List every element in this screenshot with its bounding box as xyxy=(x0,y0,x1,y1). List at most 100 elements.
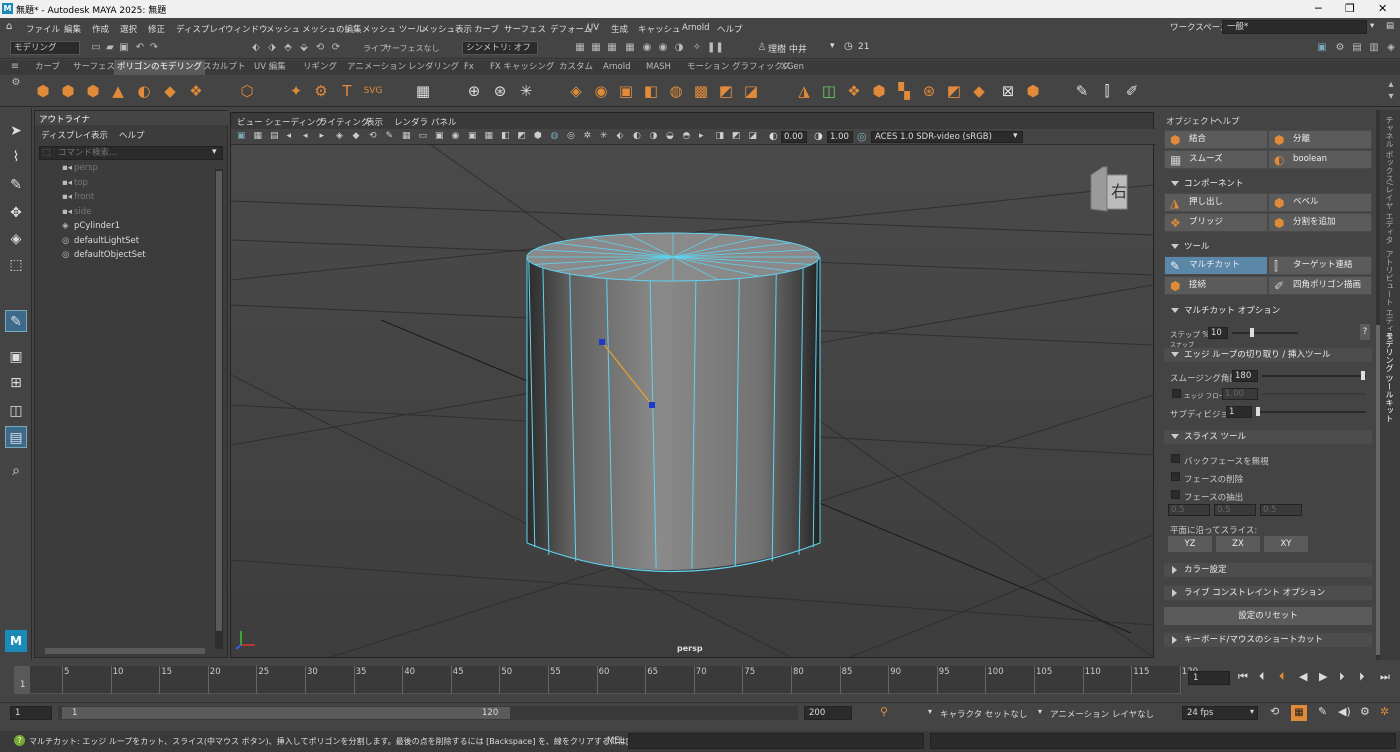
exposure-icon[interactable]: ◐ xyxy=(769,131,778,142)
viewport-tool-icon[interactable]: ◂ xyxy=(303,131,308,141)
snap-point-icon[interactable]: ⟳ xyxy=(330,42,342,54)
light-icon[interactable]: ✧ xyxy=(691,42,703,54)
viewport-tool-icon[interactable]: ▸ xyxy=(699,131,704,141)
viewport-tool-icon[interactable]: ◍ xyxy=(551,131,559,141)
gamma-icon[interactable]: ◑ xyxy=(814,131,823,142)
go-to-start-icon[interactable]: ⏮ xyxy=(1238,670,1248,684)
open-scene-icon[interactable]: ▰ xyxy=(104,42,116,54)
menu-set-select[interactable]: モデリング xyxy=(10,41,80,55)
menu-item-18[interactable]: ヘルプ xyxy=(717,23,743,35)
outliner-item[interactable]: ▪◂ persp xyxy=(62,163,98,173)
shelf-tab-2[interactable]: ポリゴンのモデリング xyxy=(114,60,206,75)
arnold-render-icon[interactable]: ◉ xyxy=(657,42,669,54)
anim-prefs-icon[interactable]: ✎ xyxy=(1318,705,1327,718)
slice-section-header[interactable]: スライス ツール xyxy=(1164,430,1372,444)
viewport-tool-icon[interactable]: ▣ xyxy=(237,131,246,141)
snap-curve-icon[interactable]: ⟲ xyxy=(314,42,326,54)
anim-layer-dropdown-icon[interactable]: ▾ xyxy=(1038,707,1042,716)
sound-icon[interactable]: ◀) xyxy=(1338,705,1351,718)
subdivisions-field[interactable]: 1 xyxy=(1226,406,1252,418)
snap-grid-icon[interactable]: ⬙ xyxy=(298,42,310,54)
add-divisions-button[interactable]: ⬢ 分割を追加 xyxy=(1268,213,1372,232)
viewport-tool-icon[interactable]: ◉ xyxy=(452,131,460,141)
shelf-tab-9[interactable]: FX キャッシング xyxy=(487,60,557,75)
bevel-icon[interactable]: ◫ xyxy=(819,81,839,101)
outliner-item[interactable]: ▪◂ side xyxy=(62,207,91,217)
extrude-icon[interactable]: ◮ xyxy=(794,81,814,101)
tool-settings-toggle-icon[interactable]: ▤ xyxy=(1351,42,1363,54)
outliner-menu-show[interactable]: 表示 xyxy=(91,129,108,141)
viewport-tool-icon[interactable]: ◩ xyxy=(732,131,741,141)
color-settings-header[interactable]: カラー設定 xyxy=(1164,563,1372,577)
slice-zx-button[interactable]: ZX xyxy=(1216,536,1260,552)
viewport-tool-icon[interactable]: ◓ xyxy=(683,131,691,141)
extract-faces-checkbox[interactable] xyxy=(1171,490,1180,499)
extract-offset-z-field[interactable]: 0.5 xyxy=(1260,504,1302,516)
multicut-button[interactable]: ✎ マルチカット xyxy=(1164,256,1268,275)
viewport-tool-icon[interactable]: ▦ xyxy=(402,131,411,141)
viewport-tool-icon[interactable]: ◧ xyxy=(501,131,510,141)
super-shape-icon[interactable]: ⚙ xyxy=(311,81,331,101)
loop-icon[interactable]: ⟲ xyxy=(1270,705,1279,718)
fill-hole-icon[interactable]: ▚ xyxy=(894,81,914,101)
viewport-menu-2[interactable]: ライティング xyxy=(319,116,369,128)
step-percent-field[interactable]: 10 xyxy=(1208,327,1228,339)
viewport-tool-icon[interactable]: ✎ xyxy=(386,131,394,141)
target-weld-button[interactable]: ⫿ ターゲット連結 xyxy=(1268,256,1372,275)
search-dropdown-icon[interactable]: ▾ xyxy=(212,147,217,157)
single-view-layout-icon[interactable]: ▣ xyxy=(5,346,27,368)
menu-item-12[interactable]: サーフェス xyxy=(504,23,546,35)
side-tab-attribute-editor[interactable]: アトリビュート エディタ xyxy=(1384,250,1395,341)
select-component-icon[interactable]: ⬘ xyxy=(282,42,294,54)
select-hierarchy-icon[interactable]: ⬖ xyxy=(250,42,262,54)
edge-flow-slider[interactable] xyxy=(1262,393,1366,395)
side-tab-modeling-toolkit[interactable]: モデリング ツールキット xyxy=(1384,332,1395,423)
channel-box-toggle-icon[interactable]: ▥ xyxy=(1368,42,1380,54)
workspace-dropdown-icon[interactable]: ▾ xyxy=(1370,21,1374,31)
multicut-options-header[interactable]: マルチカット オプション xyxy=(1164,304,1372,318)
ignore-backfaces-checkbox[interactable] xyxy=(1171,454,1180,463)
step-forward-key-icon[interactable]: ⏵ xyxy=(1339,670,1345,684)
shelf-tab-3[interactable]: スカルプト xyxy=(200,60,249,75)
edge-flow-checkbox[interactable] xyxy=(1172,389,1181,398)
center-pivot-icon[interactable]: ⊕ xyxy=(464,81,484,101)
wedge-icon[interactable]: ◩ xyxy=(944,81,964,101)
cache-playback-icon[interactable]: ▦ xyxy=(1291,705,1307,721)
slice-xy-button[interactable]: XY xyxy=(1264,536,1308,552)
shelf-tab-0[interactable]: カーブ xyxy=(32,60,63,75)
reset-settings-button[interactable]: 設定のリセット xyxy=(1164,607,1372,625)
viewport-tool-icon[interactable]: ✳ xyxy=(600,131,608,141)
mel-command-input[interactable] xyxy=(628,733,924,749)
workspace-lock-icon[interactable]: ▤ xyxy=(1386,21,1394,31)
poly-cube-icon[interactable]: ⬢ xyxy=(58,81,78,101)
poly-plane-icon[interactable]: ◆ xyxy=(160,81,180,101)
exposure-field[interactable]: 0.00 xyxy=(781,131,807,143)
script-language-label[interactable]: MEL xyxy=(607,736,624,746)
save-scene-icon[interactable]: ▣ xyxy=(118,42,130,54)
viewport-tool-icon[interactable]: ◪ xyxy=(749,131,758,141)
menu-item-1[interactable]: 編集 xyxy=(64,23,81,35)
menu-item-17[interactable]: Arnold xyxy=(682,23,710,33)
cylinder-mesh[interactable] xyxy=(526,232,821,573)
poly-disc-icon[interactable]: ❖ xyxy=(186,81,206,101)
fps-select[interactable]: 24 fps xyxy=(1182,706,1258,720)
play-forward-icon[interactable]: ▶ xyxy=(1319,670,1327,683)
scale-tool-icon[interactable]: ⬚ xyxy=(5,254,27,276)
play-backward-icon[interactable]: ◀ xyxy=(1299,670,1307,683)
boolean-icon[interactable]: ◍ xyxy=(666,81,686,101)
reduce-icon[interactable]: ▩ xyxy=(691,81,711,101)
bevel-button[interactable]: ⬢ ベベル xyxy=(1268,193,1372,212)
poke-icon[interactable]: ⊛ xyxy=(919,81,939,101)
maximize-icon[interactable]: ❐ xyxy=(1345,2,1355,15)
auto-key-icon[interactable]: ⚲ xyxy=(880,705,888,718)
viewport-tool-icon[interactable]: ◨ xyxy=(716,131,725,141)
help-button[interactable]: ? xyxy=(1360,324,1370,340)
color-management-icon[interactable]: ◎ xyxy=(857,130,867,143)
viewport-tool-icon[interactable]: ▤ xyxy=(270,131,279,141)
close-icon[interactable]: ✕ xyxy=(1378,2,1387,15)
multi-cut-shelf-icon[interactable]: ✎ xyxy=(1072,81,1092,101)
viewport-tool-icon[interactable]: ▸ xyxy=(320,131,325,141)
delete-edge-icon[interactable]: ⬢ xyxy=(1023,81,1043,101)
render-icon[interactable]: ▦ xyxy=(574,42,586,54)
viewport-tool-icon[interactable]: ▦ xyxy=(485,131,494,141)
